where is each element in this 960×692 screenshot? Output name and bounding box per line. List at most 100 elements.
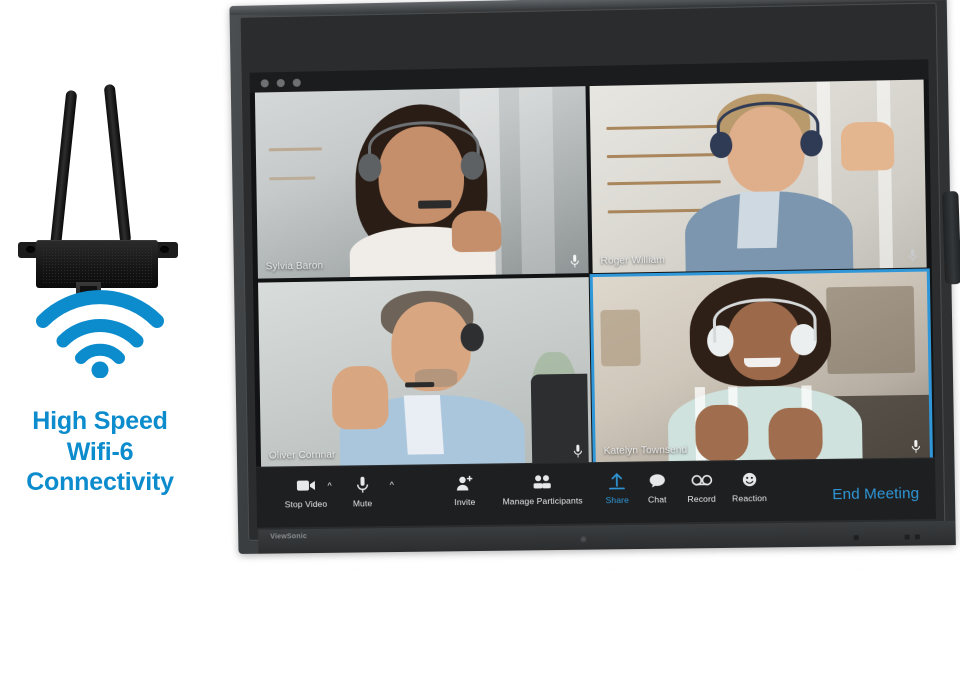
- participant-name: Roger William: [600, 254, 665, 267]
- window-maximize-icon[interactable]: [276, 78, 285, 88]
- end-meeting-button[interactable]: End Meeting: [832, 485, 919, 503]
- participant-name: Oliver Cornnar: [268, 449, 336, 462]
- mute-button[interactable]: Mute: [352, 474, 372, 508]
- meeting-toolbar: Stop Video ^ Mute ^ Invite Manage Partic…: [256, 457, 936, 528]
- share-label: Share: [586, 651, 611, 662]
- window-minimize-icon[interactable]: [249, 682, 258, 691]
- mute-button[interactable]: Mute: [334, 654, 354, 688]
- chat-label: Chat: [628, 650, 648, 661]
- antenna-left: [49, 89, 78, 251]
- participant-name: Katelyn Townsend: [603, 444, 688, 457]
- people-icon: [514, 666, 533, 686]
- sensor-dot: [894, 671, 900, 677]
- manage-participants-button[interactable]: Manage Participants: [502, 471, 583, 507]
- participant-tile-active-speaker[interactable]: Katelyn Townsend: [592, 271, 930, 464]
- sensor-dot: [914, 534, 921, 540]
- chat-button[interactable]: Chat: [629, 651, 648, 685]
- sensor-dot: [884, 671, 890, 677]
- wifi-usb-dongle-image: [18, 78, 180, 302]
- interactive-display: Sylvia Baron Roger William Oliver Cornna…: [228, 0, 960, 580]
- chat-label: Chat: [647, 494, 667, 505]
- video-meeting-app: Sylvia Baron: [249, 59, 936, 528]
- side-handle: [941, 190, 960, 285]
- chat-bubble-icon: [648, 470, 666, 490]
- reaction-button[interactable]: Reaction: [713, 649, 748, 684]
- display-bezel: Sylvia Baron: [239, 2, 956, 554]
- participant-grid: Sylvia Baron Roger William Oliver Cornna…: [254, 79, 930, 468]
- invite-button[interactable]: Invite: [435, 653, 457, 687]
- share-button[interactable]: Share: [605, 471, 630, 506]
- display-chassis: Sylvia Baron: [229, 0, 960, 554]
- chat-button[interactable]: Chat: [647, 470, 667, 505]
- video-feed: [254, 86, 589, 279]
- meeting-toolbar: Stop Video ^ Mute ^ Invite Manage Partic…: [238, 649, 748, 692]
- reaction-button[interactable]: Reaction: [732, 469, 767, 504]
- display-panel: Sylvia Baron: [249, 59, 936, 528]
- sensor-dot: [904, 534, 910, 540]
- mute-label: Mute: [352, 498, 373, 509]
- manage-participants-button[interactable]: Manage Participants: [484, 652, 565, 687]
- display-panel: Sylvia Baron: [238, 649, 748, 692]
- video-camera-icon: [296, 475, 315, 495]
- participant-tile[interactable]: Sylvia Baron: [254, 86, 589, 279]
- record-button[interactable]: Record: [668, 650, 697, 685]
- bottom-bezel: ViewSonic: [237, 661, 900, 680]
- display-chassis: Sylvia Baron: [237, 649, 900, 692]
- share-button[interactable]: Share: [586, 651, 610, 685]
- smiley-face-icon: [741, 469, 757, 489]
- caption-line-3: Connectivity: [26, 468, 174, 496]
- audio-options-chevron-icon[interactable]: ^: [371, 672, 375, 682]
- record-label: Record: [687, 493, 716, 505]
- brand-logo: ViewSonic: [237, 662, 313, 680]
- reaction-label: Reaction: [712, 649, 748, 660]
- share-arrow-icon: [590, 665, 608, 685]
- power-button[interactable]: [579, 535, 588, 543]
- add-person-icon: [456, 473, 473, 493]
- record-icon: [672, 664, 694, 684]
- stop-video-label: Stop Video: [284, 498, 328, 510]
- video-options-chevron-icon[interactable]: ^: [327, 481, 331, 491]
- video-feed: [258, 276, 592, 468]
- video-feed: [592, 271, 930, 464]
- audio-options-chevron-icon[interactable]: ^: [390, 480, 394, 490]
- record-button[interactable]: Record: [687, 469, 716, 504]
- caption-line-1: High Speed: [32, 407, 168, 435]
- sensor-dot: [833, 672, 839, 678]
- video-camera-icon: [278, 669, 297, 689]
- share-label: Share: [605, 494, 630, 506]
- caption-line-2: Wifi-6: [66, 437, 134, 466]
- window-maximize-icon[interactable]: [265, 682, 274, 691]
- share-arrow-icon: [608, 471, 626, 491]
- mute-label: Mute: [333, 654, 354, 665]
- reaction-label: Reaction: [732, 492, 768, 504]
- video-feed: [589, 79, 927, 273]
- participant-name: Sylvia Baron: [265, 259, 324, 272]
- record-label: Record: [668, 649, 697, 661]
- antenna-right: [103, 83, 132, 245]
- window-minimize-icon[interactable]: [260, 79, 269, 88]
- smiley-face-icon: [723, 664, 739, 684]
- microphone-icon: [573, 444, 582, 458]
- stop-video-button[interactable]: Stop Video: [266, 655, 309, 690]
- wifi-feature-callout: High Speed Wifi-6 Connectivity: [0, 60, 200, 540]
- microphone-icon: [356, 474, 368, 494]
- window-close-icon[interactable]: [292, 78, 301, 87]
- end-meeting-button[interactable]: End Meeting: [238, 679, 328, 692]
- manage-participants-label: Manage Participants: [483, 651, 564, 663]
- invite-button[interactable]: Invite: [454, 473, 476, 508]
- manage-participants-label: Manage Participants: [502, 495, 583, 507]
- video-options-chevron-icon[interactable]: ^: [309, 673, 313, 683]
- invite-label: Invite: [454, 496, 476, 508]
- window-close-icon[interactable]: [281, 682, 290, 691]
- chat-bubble-icon: [630, 665, 648, 685]
- participant-tile[interactable]: Roger William: [589, 79, 927, 273]
- people-icon: [533, 472, 552, 492]
- participant-tile[interactable]: Oliver Cornnar: [258, 276, 592, 468]
- stop-video-label: Stop Video: [265, 655, 309, 666]
- add-person-icon: [437, 667, 454, 687]
- record-icon: [691, 470, 713, 490]
- microphone-icon: [570, 254, 579, 268]
- microphone-icon: [338, 669, 350, 689]
- video-meeting-app: Sylvia Baron: [238, 649, 748, 692]
- stop-video-button[interactable]: Stop Video: [284, 475, 328, 510]
